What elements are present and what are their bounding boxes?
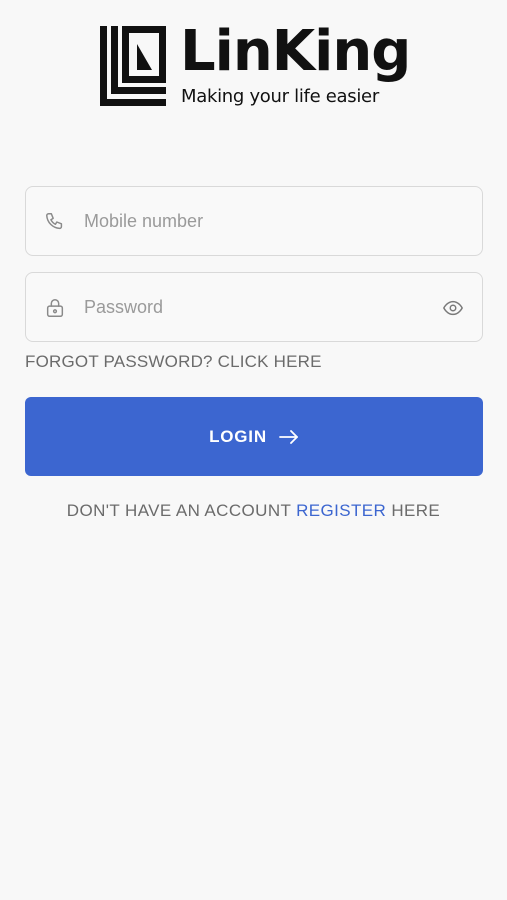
password-input[interactable] bbox=[84, 273, 444, 341]
password-field[interactable] bbox=[25, 272, 483, 342]
login-button-label: LOGIN bbox=[209, 426, 267, 446]
login-screen: LinKing Making your life easier FORGOT P… bbox=[0, 0, 507, 900]
linking-logo-mark-icon bbox=[100, 26, 166, 106]
brand-name: LinKing bbox=[180, 19, 411, 84]
mobile-number-input[interactable] bbox=[84, 187, 444, 255]
register-suffix: HERE bbox=[386, 501, 441, 520]
register-prompt: DON'T HAVE AN ACCOUNT REGISTER HERE bbox=[0, 501, 507, 521]
mobile-field[interactable] bbox=[25, 186, 483, 256]
forgot-password-link[interactable]: FORGOT PASSWORD? CLICK HERE bbox=[25, 352, 322, 372]
lock-icon bbox=[46, 299, 64, 317]
register-link[interactable]: REGISTER bbox=[296, 501, 386, 520]
brand-logo: LinKing Making your life easier bbox=[100, 19, 411, 110]
register-prefix: DON'T HAVE AN ACCOUNT bbox=[66, 501, 297, 520]
arrow-right-icon bbox=[279, 429, 298, 444]
brand-tagline: Making your life easier bbox=[181, 86, 379, 107]
eye-icon[interactable] bbox=[442, 297, 464, 319]
phone-icon bbox=[46, 213, 63, 230]
login-button[interactable]: LOGIN bbox=[25, 397, 483, 476]
